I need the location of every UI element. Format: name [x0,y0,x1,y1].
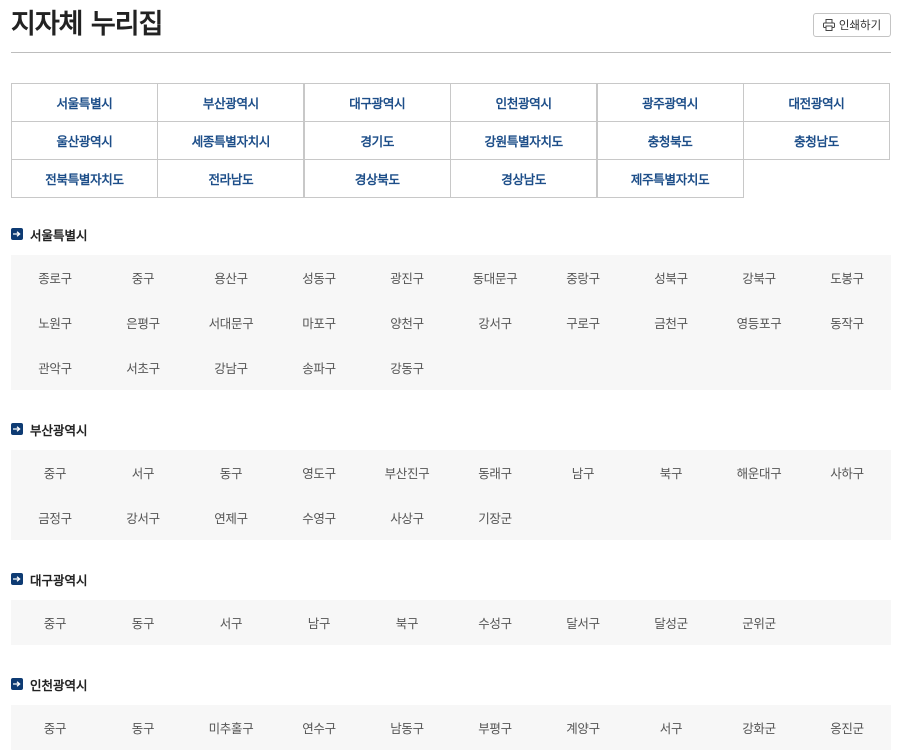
district-link[interactable]: 동대문구 [451,255,539,300]
district-link[interactable]: 마포구 [275,300,363,345]
district-link[interactable]: 서초구 [99,345,187,390]
print-button[interactable]: 인쇄하기 [813,13,891,37]
section-title-label: 인천광역시 [30,677,88,693]
district-link[interactable]: 은평구 [99,300,187,345]
district-link[interactable]: 중구 [11,600,99,645]
district-link[interactable]: 중랑구 [539,255,627,300]
district-link[interactable]: 도봉구 [803,255,891,300]
region-link[interactable]: 인천광역시 [450,83,598,122]
district-link[interactable]: 성동구 [275,255,363,300]
district-list: 중구 서구 동구 영도구 부산진구 동래구 남구 북구 해운대구 사하구금정구 강서구 연제구 수영구 사… [11,450,891,540]
district-link[interactable]: 동구 [187,450,275,495]
district-link[interactable]: 금정구 [11,495,99,540]
page-title: 지자체 누리집 [11,9,163,40]
print-button-label: 인쇄하기 [838,18,882,32]
region-link[interactable]: 울산광역시 [11,121,158,160]
district-link[interactable]: 금천구 [627,300,715,345]
arrow-right-icon [11,423,23,435]
district-link[interactable]: 성북구 [627,255,715,300]
district-list: 종로구 중구 용산구 성동구 광진구 동대문구 중랑구 성북구 강북구 도봉구노원구 은평구 서대문구… [11,255,891,390]
region-link[interactable]: 충청북도 [596,121,744,160]
region-link[interactable]: 전북특별자치도 [11,159,158,198]
region-link[interactable]: 대구광역시 [303,83,451,122]
district-link[interactable]: 서구 [627,705,715,750]
district-link[interactable]: 서대문구 [187,300,275,345]
district-link[interactable]: 중구 [11,705,99,750]
district-link[interactable]: 군위군 [715,600,803,645]
district-link[interactable]: 강서구 [451,300,539,345]
district-link[interactable]: 송파구 [275,345,363,390]
district-link[interactable]: 동래구 [451,450,539,495]
region-link[interactable]: 대전광역시 [743,83,890,122]
page-header: 지자체 누리집 인쇄하기 [11,0,891,53]
section-title: 인천광역시 [11,675,88,693]
region-link[interactable]: 경상북도 [303,159,451,198]
district-link[interactable]: 해운대구 [715,450,803,495]
district-link[interactable]: 연수구 [275,705,363,750]
district-link[interactable]: 수영구 [275,495,363,540]
section-title: 대구광역시 [11,570,88,588]
district-link[interactable]: 구로구 [539,300,627,345]
district-link[interactable]: 남동구 [363,705,451,750]
district-link[interactable]: 강동구 [363,345,451,390]
district-link[interactable]: 부산진구 [363,450,451,495]
district-link[interactable]: 양천구 [363,300,451,345]
district-link[interactable]: 서구 [99,450,187,495]
district-link[interactable]: 동작구 [803,300,891,345]
district-link[interactable]: 서구 [187,600,275,645]
district-link[interactable]: 강화군 [715,705,803,750]
section-title: 부산광역시 [11,420,88,438]
district-link[interactable]: 중구 [99,255,187,300]
district-link[interactable]: 영등포구 [715,300,803,345]
region-link[interactable]: 경상남도 [450,159,598,198]
district-link[interactable]: 옹진군 [803,705,891,750]
district-list: 중구 동구 미추홀구 연수구 남동구 부평구 계양구 서구 강화군 옹진군 [11,705,891,750]
district-link[interactable]: 수성구 [451,600,539,645]
region-link[interactable]: 제주특별자치도 [596,159,744,198]
arrow-right-icon [11,228,23,240]
district-link[interactable]: 사상구 [363,495,451,540]
district-link[interactable]: 관악구 [11,345,99,390]
district-link[interactable]: 용산구 [187,255,275,300]
district-link[interactable]: 강북구 [715,255,803,300]
region-link[interactable]: 경기도 [303,121,451,160]
district-link[interactable]: 계양구 [539,705,627,750]
district-link[interactable]: 북구 [363,600,451,645]
section-title: 서울특별시 [11,225,88,243]
district-link[interactable]: 노원구 [11,300,99,345]
district-link[interactable]: 남구 [539,450,627,495]
district-link[interactable]: 중구 [11,450,99,495]
region-link[interactable]: 세종특별자치시 [157,121,305,160]
arrow-right-icon [11,678,23,690]
district-link[interactable]: 달성군 [627,600,715,645]
region-link[interactable]: 강원특별자치도 [450,121,598,160]
region-link[interactable]: 충청남도 [743,121,890,160]
district-link[interactable]: 동구 [99,600,187,645]
district-link[interactable]: 달서구 [539,600,627,645]
region-link[interactable]: 부산광역시 [157,83,305,122]
district-link[interactable]: 영도구 [275,450,363,495]
district-link[interactable]: 미추홀구 [187,705,275,750]
region-link[interactable]: 광주광역시 [596,83,744,122]
district-link[interactable]: 북구 [627,450,715,495]
district-list: 중구 동구 서구 남구 북구 수성구 달서구 달성군 군위군 [11,600,891,645]
printer-icon [822,19,835,31]
district-link[interactable]: 기장군 [451,495,539,540]
section-title-label: 대구광역시 [30,572,88,588]
district-link[interactable]: 강남구 [187,345,275,390]
district-link[interactable]: 남구 [275,600,363,645]
district-link[interactable]: 동구 [99,705,187,750]
district-link[interactable]: 사하구 [803,450,891,495]
section-title-label: 서울특별시 [30,227,88,243]
district-link[interactable]: 강서구 [99,495,187,540]
region-link[interactable]: 서울특별시 [11,83,158,122]
district-link[interactable]: 연제구 [187,495,275,540]
region-link[interactable]: 전라남도 [157,159,305,198]
section-title-label: 부산광역시 [30,422,88,438]
district-link[interactable]: 광진구 [363,255,451,300]
district-link[interactable]: 부평구 [451,705,539,750]
arrow-right-icon [11,573,23,585]
district-link[interactable]: 종로구 [11,255,99,300]
